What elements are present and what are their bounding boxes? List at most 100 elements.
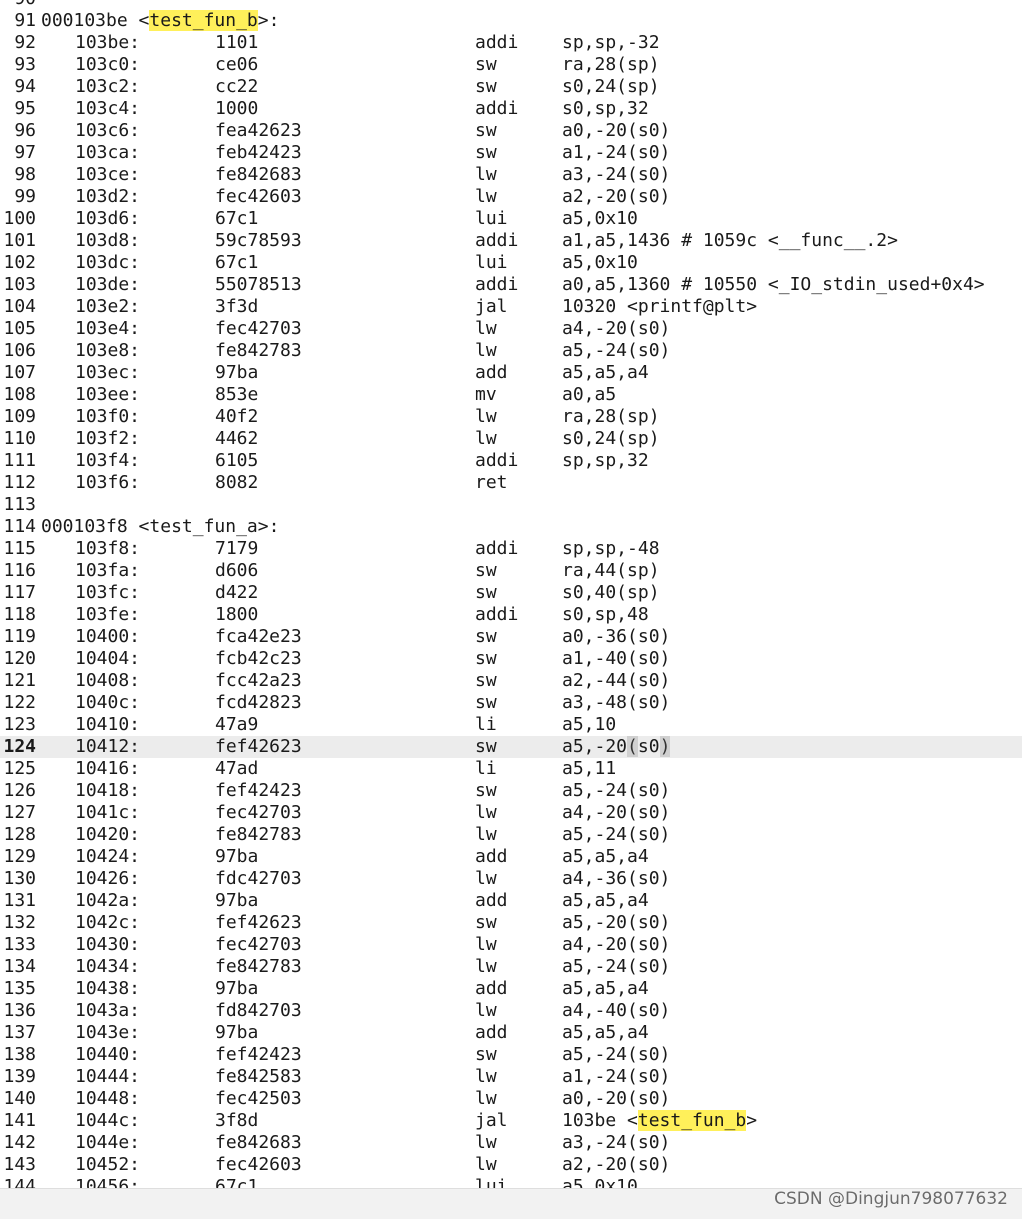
code-line[interactable]: 98 103ce: fe842683 lw a3,-24(s0) [0, 164, 1022, 186]
instruction-address: 103e4: [75, 318, 141, 339]
code-line[interactable]: 97 103ca: feb42423 sw a1,-24(s0) [0, 142, 1022, 164]
instruction-hex: 97ba [215, 978, 259, 999]
line-number: 123 [3, 714, 36, 735]
instruction-hex: 97ba [215, 1022, 259, 1043]
instruction-hex: fe842783 [215, 956, 302, 977]
instruction-address: 10448: [75, 1088, 141, 1109]
line-number: 107 [3, 362, 36, 383]
instruction-operands: a5,-24(s0) [562, 824, 671, 845]
code-line[interactable]: 109 103f0: 40f2 lw ra,28(sp) [0, 406, 1022, 428]
code-line[interactable]: 96 103c6: fea42623 sw a0,-20(s0) [0, 120, 1022, 142]
line-number: 143 [3, 1154, 36, 1175]
instruction-operands: a5,a5,a4 [562, 978, 649, 999]
code-line[interactable]: 101 103d8: 59c78593 addi a1,a5,1436 # 1059c … [0, 230, 1022, 252]
code-line[interactable]: 103 103de: 55078513 addi a0,a5,1360 # 10550 … [0, 274, 1022, 296]
code-line[interactable]: 125 10416: 47ad li a5,11 [0, 758, 1022, 780]
code-line[interactable]: 126 10418: fef42423 sw a5,-24(s0) [0, 780, 1022, 802]
code-line[interactable]: 136 1043a: fd842703 lw a4,-40(s0) [0, 1000, 1022, 1022]
code-line[interactable]: 116 103fa: d606 sw ra,44(sp) [0, 560, 1022, 582]
code-line[interactable]: 127 1041c: fec42703 lw a4,-20(s0) [0, 802, 1022, 824]
function-label: 000103f8 <test_fun_a>: [41, 516, 279, 538]
instruction-mnemonic: sw [475, 76, 497, 97]
instruction-operands: a1,-24(s0) [562, 1066, 671, 1087]
instruction-address: 103f6: [75, 472, 141, 493]
instruction-address: 103ce: [75, 164, 141, 185]
instruction-address: 1044c: [75, 1110, 141, 1131]
code-line[interactable]: 104 103e2: 3f3d jal 10320 <printf@plt> [0, 296, 1022, 318]
code-line[interactable]: 137 1043e: 97ba add a5,a5,a4 [0, 1022, 1022, 1044]
line-number: 111 [3, 450, 36, 471]
code-line[interactable]: 100 103d6: 67c1 lui a5,0x10 [0, 208, 1022, 230]
instruction-operands: a2,-20(s0) [562, 1154, 671, 1175]
code-line[interactable]: 134 10434: fe842783 lw a5,-24(s0) [0, 956, 1022, 978]
instruction-mnemonic: sw [475, 692, 497, 713]
instruction-mnemonic: lw [475, 164, 497, 185]
instruction-mnemonic: add [475, 1022, 508, 1043]
instruction-hex: 1000 [215, 98, 259, 119]
instruction-mnemonic: addi [475, 32, 519, 53]
instruction-address: 10416: [75, 758, 141, 779]
instruction-mnemonic: lw [475, 1066, 497, 1087]
instruction-mnemonic: lw [475, 318, 497, 339]
instruction-operands: a5,-20(s0) [562, 736, 671, 757]
instruction-mnemonic: sw [475, 560, 497, 581]
bracket-match-close: ) [659, 736, 671, 757]
instruction-mnemonic: sw [475, 142, 497, 163]
line-number: 94 [14, 76, 36, 97]
code-line[interactable]: 111 103f4: 6105 addi sp,sp,32 [0, 450, 1022, 472]
code-line[interactable]: 92 103be: 1101 addi sp,sp,-32 [0, 32, 1022, 54]
code-line[interactable]: 107 103ec: 97ba add a5,a5,a4 [0, 362, 1022, 384]
line-number: 108 [3, 384, 36, 405]
disassembly-editor[interactable]: 9091000103be <test_fun_b>:92103be:1101ad… [0, 0, 1022, 1188]
line-number: 102 [3, 252, 36, 273]
instruction-mnemonic: addi [475, 230, 519, 251]
instruction-address: 103fc: [75, 582, 141, 603]
line-number: 95 [14, 98, 36, 119]
code-line[interactable]: 123 10410: 47a9 li a5,10 [0, 714, 1022, 736]
line-number: 132 [3, 912, 36, 933]
instruction-hex: fdc42703 [215, 868, 302, 889]
code-line[interactable]: 135 10438: 97ba add a5,a5,a4 [0, 978, 1022, 1000]
code-line[interactable]: 119 10400: fca42e23 sw a0,-36(s0) [0, 626, 1022, 648]
code-line[interactable]: 128 10420: fe842783 lw a5,-24(s0) [0, 824, 1022, 846]
code-line[interactable]: 93 103c0: ce06 sw ra,28(sp) [0, 54, 1022, 76]
code-line[interactable]: 132 1042c: fef42623 sw a5,-20(s0) [0, 912, 1022, 934]
code-line[interactable]: 122 1040c: fcd42823 sw a3,-48(s0) [0, 692, 1022, 714]
code-line[interactable]: 130 10426: fdc42703 lw a4,-36(s0) [0, 868, 1022, 890]
code-line[interactable]: 108 103ee: 853e mv a0,a5 [0, 384, 1022, 406]
code-line[interactable]: 110 103f2: 4462 lw s0,24(sp) [0, 428, 1022, 450]
code-line[interactable]: 129 10424: 97ba add a5,a5,a4 [0, 846, 1022, 868]
line-number: 105 [3, 318, 36, 339]
code-line-current[interactable]: 124 10412: fef42623 sw a5,-20(s0) [0, 736, 1022, 758]
code-line[interactable]: 120 10404: fcb42c23 sw a1,-40(s0) [0, 648, 1022, 670]
code-line[interactable]: 112 103f6: 8082 ret [0, 472, 1022, 494]
code-line[interactable]: 131 1042a: 97ba add a5,a5,a4 [0, 890, 1022, 912]
instruction-operands: ra,44(sp) [562, 560, 660, 581]
code-line[interactable]: 99 103d2: fec42603 lw a2,-20(s0) [0, 186, 1022, 208]
code-line[interactable]: 102 103dc: 67c1 lui a5,0x10 [0, 252, 1022, 274]
code-line[interactable]: 140 10448: fec42503 lw a0,-20(s0) [0, 1088, 1022, 1110]
instruction-operands: a4,-36(s0) [562, 868, 671, 889]
code-line[interactable]: 118 103fe: 1800 addi s0,sp,48 [0, 604, 1022, 626]
line-number: 98 [14, 164, 36, 185]
code-line-label[interactable]: 91 000103be <test_fun_b>: [0, 10, 1022, 32]
code-line[interactable]: 138 10440: fef42423 sw a5,-24(s0) [0, 1044, 1022, 1066]
code-line[interactable]: 113 [0, 494, 1022, 516]
line-number: 125 [3, 758, 36, 779]
code-line[interactable]: 133 10430: fec42703 lw a4,-20(s0) [0, 934, 1022, 956]
code-line[interactable]: 90 [0, 0, 1022, 10]
code-line[interactable]: 115 103f8: 7179 addi sp,sp,-48 [0, 538, 1022, 560]
code-line[interactable]: 106 103e8: fe842783 lw a5,-24(s0) [0, 340, 1022, 362]
code-line[interactable]: 117 103fc: d422 sw s0,40(sp) [0, 582, 1022, 604]
code-line[interactable]: 142 1044e: fe842683 lw a3,-24(s0) [0, 1132, 1022, 1154]
code-line[interactable]: 94 103c2: cc22 sw s0,24(sp) [0, 76, 1022, 98]
instruction-mnemonic: lw [475, 1000, 497, 1021]
instruction-hex: 47a9 [215, 714, 259, 735]
code-line[interactable]: 121 10408: fcc42a23 sw a2,-44(s0) [0, 670, 1022, 692]
code-line-label[interactable]: 114 000103f8 <test_fun_a>: [0, 516, 1022, 538]
code-line[interactable]: 95 103c4: 1000 addi s0,sp,32 [0, 98, 1022, 120]
code-line[interactable]: 143 10452: fec42603 lw a2,-20(s0) [0, 1154, 1022, 1176]
code-line[interactable]: 141 1044c: 3f8d jal 103be <test_fun_b> [0, 1110, 1022, 1132]
code-line[interactable]: 105 103e4: fec42703 lw a4,-20(s0) [0, 318, 1022, 340]
code-line[interactable]: 139 10444: fe842583 lw a1,-24(s0) [0, 1066, 1022, 1088]
